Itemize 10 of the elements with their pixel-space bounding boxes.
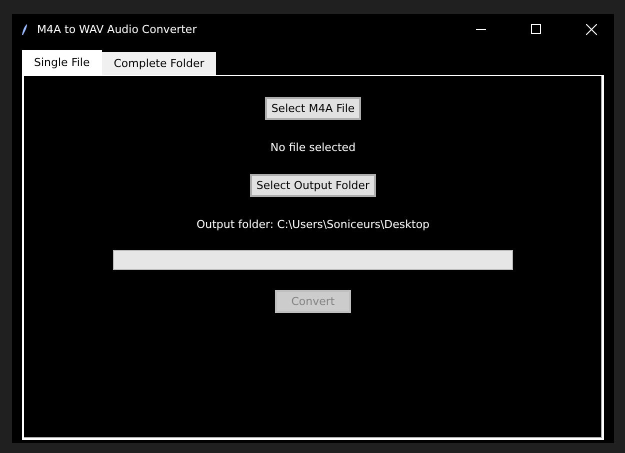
close-icon [586,24,596,34]
select-output-button[interactable]: Select Output Folder [250,174,376,197]
window-title: M4A to WAV Audio Converter [37,22,198,36]
output-folder-label: Output folder: C:\Users\Soniceurs\Desktop [196,218,430,231]
tab[interactable]: Single File [22,50,102,75]
maximize-icon [531,24,541,34]
file-status: No file selected [270,141,356,154]
feather-icon [22,24,28,34]
tab[interactable]: Complete Folder [102,52,216,75]
select-file-button[interactable]: Select M4A File [265,97,361,120]
